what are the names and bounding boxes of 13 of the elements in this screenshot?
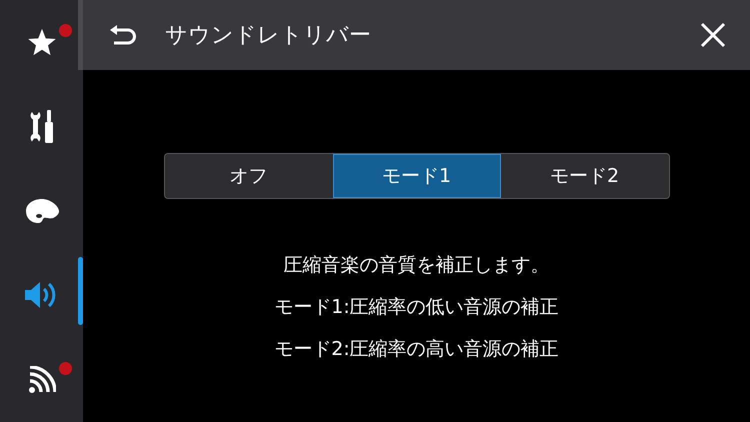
back-icon [109, 24, 137, 46]
mode-tab[interactable]: モード1 [332, 154, 500, 198]
close-icon [700, 22, 726, 48]
signal-icon [28, 366, 56, 394]
description-text: 圧縮音楽の音質を補正します。 [284, 253, 550, 277]
palette-icon [24, 198, 58, 224]
tools-icon [28, 110, 54, 144]
window-title: サウンドレトリバー [165, 22, 372, 50]
star-icon [26, 27, 56, 58]
scrollbar-thumb [78, 0, 83, 70]
selection-indicator [78, 257, 83, 326]
description-text: モード2:圧縮率の高い音源の補正 [274, 337, 559, 361]
description-text: モード1:圧縮率の低い音源の補正 [274, 295, 559, 319]
